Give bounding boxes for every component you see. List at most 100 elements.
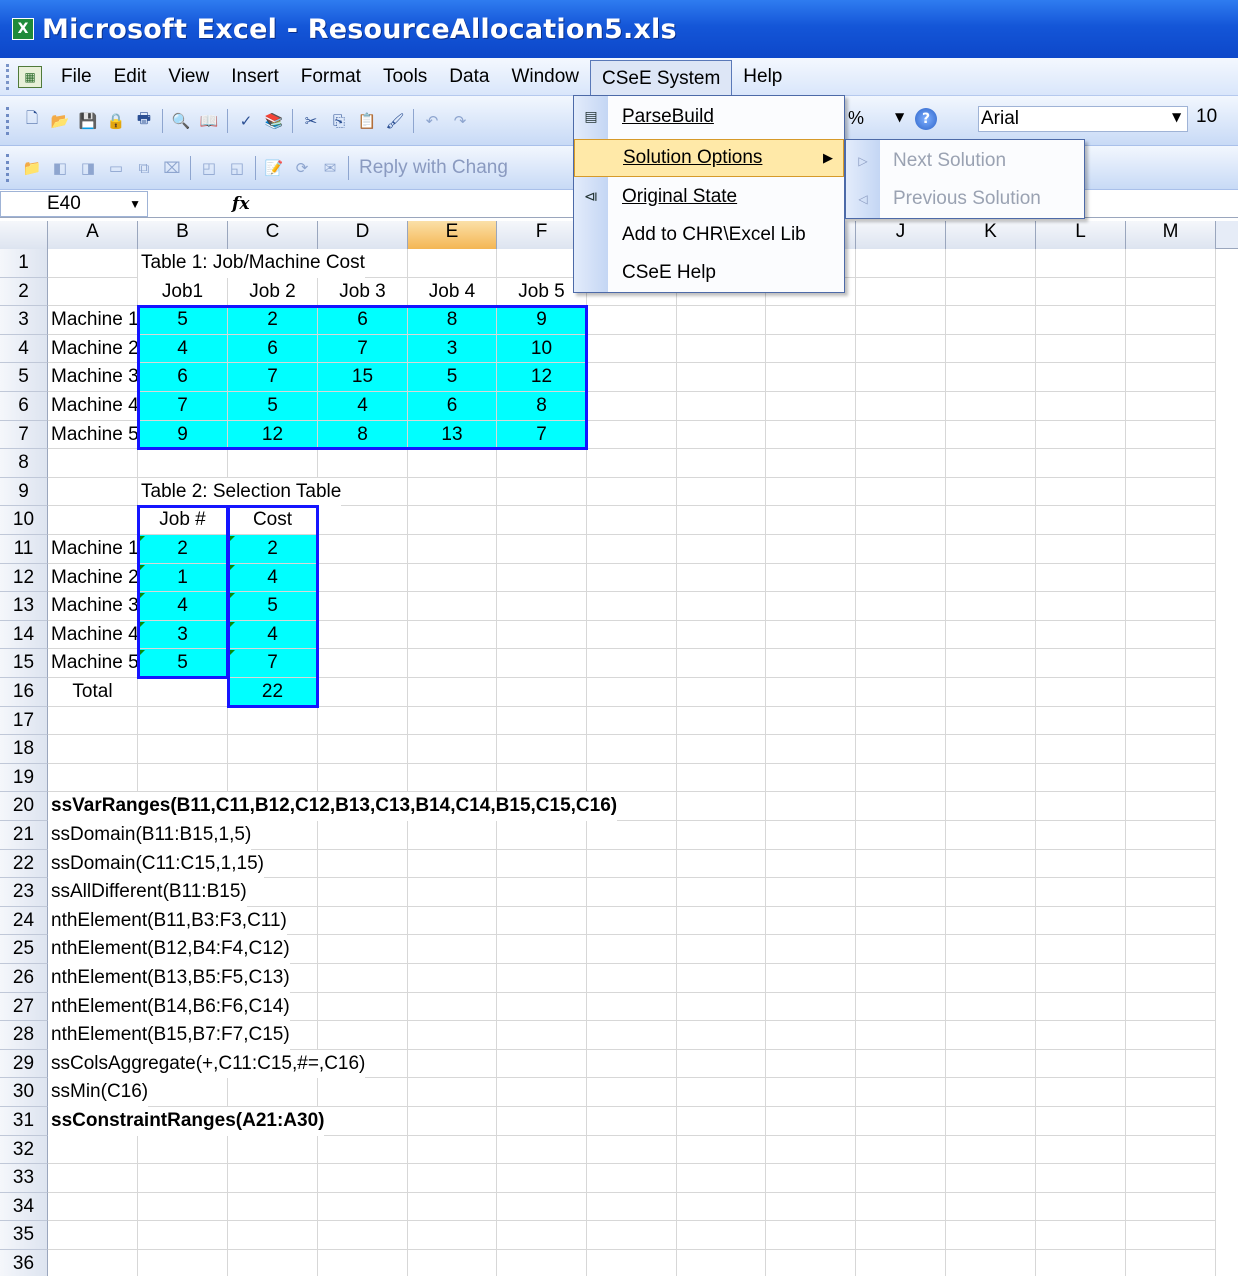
cell-j29[interactable] (856, 1049, 946, 1079)
cell-j17[interactable] (856, 706, 946, 736)
cell-l10[interactable] (1036, 506, 1126, 535)
cell-k21[interactable] (946, 821, 1036, 850)
cell-b16[interactable] (138, 678, 228, 707)
cell-i23[interactable] (766, 878, 856, 907)
row-header-8[interactable]: 8 (0, 449, 48, 478)
cell-l20[interactable] (1036, 792, 1126, 821)
cell-f27[interactable] (497, 992, 587, 1022)
cell-h9[interactable] (677, 477, 766, 507)
menu-item-solution-options[interactable]: Solution Options ▶ (574, 139, 844, 177)
show-comment-icon[interactable]: ▭ (105, 157, 127, 179)
cell-f12[interactable] (497, 563, 587, 593)
cell-m28[interactable] (1126, 1021, 1216, 1050)
column-header-j[interactable]: J (856, 221, 946, 249)
cell-j20[interactable] (856, 792, 946, 821)
cell-d34[interactable] (318, 1192, 408, 1222)
cell-b12[interactable]: 1 (138, 563, 228, 593)
cell-c2[interactable]: Job 2 (228, 277, 318, 307)
cell-e33[interactable] (408, 1164, 497, 1193)
cell-e7[interactable]: 13 (408, 420, 497, 450)
cell-l1[interactable] (1036, 249, 1126, 278)
cell-g4[interactable] (587, 334, 677, 364)
row-header-29[interactable]: 29 (0, 1049, 48, 1079)
next-comment-icon[interactable]: ◨ (77, 157, 99, 179)
cell-l31[interactable] (1036, 1107, 1126, 1136)
cell-a12[interactable]: Machine 2 (48, 563, 139, 593)
cell-h12[interactable] (677, 563, 766, 593)
cell-g35[interactable] (587, 1221, 677, 1250)
track-changes-icon[interactable]: 📝 (263, 157, 285, 179)
cell-m26[interactable] (1126, 964, 1216, 993)
cell-j36[interactable] (856, 1250, 946, 1276)
cell-c6[interactable]: 5 (228, 392, 318, 421)
cell-i6[interactable] (766, 392, 856, 421)
menu-window[interactable]: Window (500, 60, 590, 94)
previous-comment-icon[interactable]: ◧ (49, 157, 71, 179)
cell-f9[interactable] (497, 477, 587, 507)
cell-i28[interactable] (766, 1021, 856, 1050)
cell-g31[interactable] (587, 1107, 677, 1136)
cell-j28[interactable] (856, 1021, 946, 1050)
cell-l27[interactable] (1036, 992, 1126, 1022)
cell-d25[interactable] (318, 935, 408, 964)
save-icon[interactable]: 💾 (77, 110, 99, 132)
cell-a8[interactable] (48, 449, 138, 478)
cell-l25[interactable] (1036, 935, 1126, 964)
cell-i10[interactable] (766, 506, 856, 535)
cell-j7[interactable] (856, 420, 946, 450)
cell-m9[interactable] (1126, 477, 1216, 507)
row-header-33[interactable]: 33 (0, 1164, 48, 1193)
cell-m11[interactable] (1126, 535, 1216, 564)
cell-l4[interactable] (1036, 334, 1126, 364)
cell-f3[interactable]: 9 (497, 306, 587, 335)
cell-j23[interactable] (856, 878, 946, 907)
cell-c18[interactable] (228, 735, 318, 764)
cell-g23[interactable] (587, 878, 677, 907)
cell-l14[interactable] (1036, 620, 1126, 650)
cell-e25[interactable] (408, 935, 497, 964)
row-header-36[interactable]: 36 (0, 1250, 48, 1276)
cell-e12[interactable] (408, 563, 497, 593)
cell-h35[interactable] (677, 1221, 766, 1250)
cell-g8[interactable] (587, 449, 677, 478)
cell-b34[interactable] (138, 1192, 228, 1222)
cell-i27[interactable] (766, 992, 856, 1022)
cell-b10[interactable]: Job # (138, 506, 228, 535)
cell-d13[interactable] (318, 592, 408, 621)
cell-k12[interactable] (946, 563, 1036, 593)
row-header-2[interactable]: 2 (0, 277, 48, 307)
cell-m16[interactable] (1126, 678, 1216, 707)
cell-m31[interactable] (1126, 1107, 1216, 1136)
cell-i33[interactable] (766, 1164, 856, 1193)
submenu-item-next-solution[interactable]: ▷ Next Solution (846, 142, 1084, 180)
cell-h6[interactable] (677, 392, 766, 421)
cell-j8[interactable] (856, 449, 946, 478)
menu-format[interactable]: Format (290, 60, 372, 94)
cell-h24[interactable] (677, 906, 766, 936)
cell-j19[interactable] (856, 763, 946, 793)
menu-csee-system[interactable]: CSeE System (590, 59, 733, 98)
cell-h5[interactable] (677, 363, 766, 392)
cell-a17[interactable] (48, 706, 138, 736)
cell-k23[interactable] (946, 878, 1036, 907)
cell-g21[interactable] (587, 821, 677, 850)
cell-g25[interactable] (587, 935, 677, 964)
cell-j4[interactable] (856, 334, 946, 364)
cell-a13[interactable]: Machine 3 (48, 592, 139, 621)
cell-j3[interactable] (856, 306, 946, 335)
cell-d19[interactable] (318, 763, 408, 793)
cell-b33[interactable] (138, 1164, 228, 1193)
cell-f36[interactable] (497, 1250, 587, 1276)
cell-c16[interactable]: 22 (228, 678, 318, 707)
menu-help[interactable]: Help (732, 60, 793, 94)
cell-k11[interactable] (946, 535, 1036, 564)
cell-a36[interactable] (48, 1250, 138, 1276)
cell-d4[interactable]: 7 (318, 334, 408, 364)
cell-a19[interactable] (48, 763, 138, 793)
cell-k19[interactable] (946, 763, 1036, 793)
row-header-24[interactable]: 24 (0, 906, 48, 936)
cell-d12[interactable] (318, 563, 408, 593)
row-header-21[interactable]: 21 (0, 821, 48, 850)
cell-b6[interactable]: 7 (138, 392, 228, 421)
cell-m23[interactable] (1126, 878, 1216, 907)
